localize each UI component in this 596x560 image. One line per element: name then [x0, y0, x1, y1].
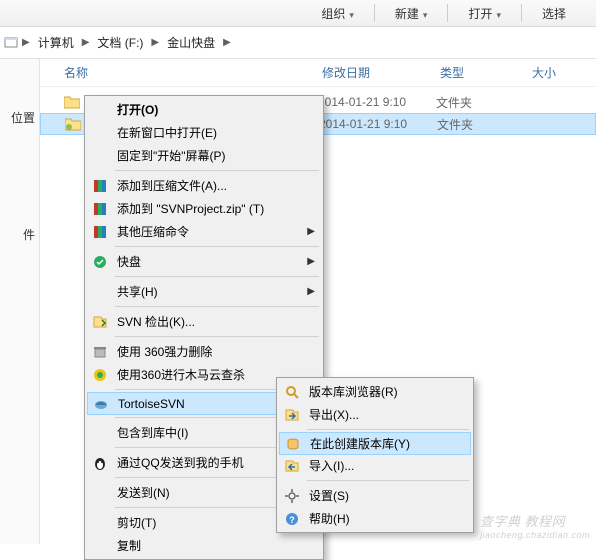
toolbar-new[interactable]: 新建▾ — [375, 5, 448, 22]
svn-checkout-icon — [91, 313, 109, 331]
menu-add-zip[interactable]: 添加到 "SVNProject.zip" (T) — [87, 197, 321, 220]
submenu-repo-browser[interactable]: 版本库浏览器(R) — [279, 380, 471, 403]
separator — [115, 246, 319, 247]
import-icon — [283, 457, 301, 475]
submenu-create-repo[interactable]: 在此创建版本库(Y) — [279, 432, 471, 455]
help-icon: ? — [283, 510, 301, 528]
chevron-right-icon[interactable]: ▶ — [80, 37, 92, 48]
menu-open-new-window[interactable]: 在新窗口中打开(E) — [87, 121, 321, 144]
sidebar-item-files[interactable]: 件 — [0, 206, 39, 263]
folder-icon — [65, 116, 81, 132]
chevron-right-icon[interactable]: ▶ — [149, 37, 161, 48]
submenu-tortoisesvn: 版本库浏览器(R) 导出(X)... 在此创建版本库(Y) 导入(I)... 设… — [276, 377, 474, 533]
separator — [115, 306, 319, 307]
col-size[interactable]: 大小 — [532, 64, 596, 81]
chevron-right-icon: ▶ — [307, 226, 315, 237]
gear-icon — [283, 487, 301, 505]
archive-icon — [91, 200, 109, 218]
menu-kingsoft-disk[interactable]: 快盘▶ — [87, 250, 321, 273]
menu-share[interactable]: 共享(H)▶ — [87, 280, 321, 303]
archive-icon — [91, 223, 109, 241]
archive-icon — [91, 177, 109, 195]
menu-other-compress[interactable]: 其他压缩命令▶ — [87, 220, 321, 243]
separator — [115, 336, 319, 337]
export-icon — [283, 406, 301, 424]
menu-copy[interactable]: 复制 — [87, 534, 321, 557]
crumb-computer[interactable]: 计算机 — [32, 31, 80, 55]
col-type[interactable]: 类型 — [440, 64, 532, 81]
delete-icon — [91, 343, 109, 361]
folder-icon — [64, 94, 80, 110]
chevron-right-icon[interactable]: ▶ — [20, 37, 32, 48]
submenu-import[interactable]: 导入(I)... — [279, 454, 471, 477]
sidebar: 位置 件 — [0, 59, 40, 544]
menu-svn-checkout[interactable]: SVN 检出(K)... — [87, 310, 321, 333]
crumb-folder[interactable]: 金山快盘 — [161, 31, 221, 55]
submenu-settings[interactable]: 设置(S) — [279, 484, 471, 507]
menu-add-compressed[interactable]: 添加到压缩文件(A)... — [87, 174, 321, 197]
toolbar-select[interactable]: 选择 — [522, 5, 586, 22]
separator — [115, 170, 319, 171]
file-date: 2014-01-21 9:10 — [319, 117, 437, 131]
nav-dropdown-icon[interactable] — [4, 31, 20, 55]
chevron-right-icon: ▶ — [307, 286, 315, 297]
chevron-right-icon[interactable]: ▶ — [221, 37, 233, 48]
separator — [307, 429, 469, 430]
chevron-right-icon: ▶ — [307, 256, 315, 267]
tortoisesvn-icon — [92, 395, 110, 413]
create-repo-icon — [284, 435, 302, 453]
submenu-export[interactable]: 导出(X)... — [279, 403, 471, 426]
shield-icon — [91, 366, 109, 384]
col-date[interactable]: 修改日期 — [322, 64, 440, 81]
svg-text:?: ? — [289, 515, 295, 525]
breadcrumb-bar: ▶ 计算机 ▶ 文档 (F:) ▶ 金山快盘 ▶ — [0, 27, 596, 59]
toolbar: 组织▾ 新建▾ 打开▾ 选择 — [0, 0, 596, 27]
menu-pin-start[interactable]: 固定到"开始"屏幕(P) — [87, 144, 321, 167]
repo-browser-icon — [283, 383, 301, 401]
submenu-help[interactable]: ? 帮助(H) — [279, 507, 471, 530]
separator — [307, 480, 469, 481]
separator — [115, 276, 319, 277]
file-type: 文件夹 — [437, 116, 529, 133]
col-name[interactable]: 名称 — [64, 64, 322, 81]
menu-open[interactable]: 打开(O) — [87, 98, 321, 121]
toolbar-organize[interactable]: 组织▾ — [301, 5, 374, 22]
sidebar-item-locations[interactable]: 位置 — [0, 89, 39, 146]
crumb-drive[interactable]: 文档 (F:) — [91, 31, 149, 55]
column-headers: 名称 修改日期 类型 大小 — [40, 59, 596, 87]
kingsoft-disk-icon — [91, 253, 109, 271]
toolbar-open[interactable]: 打开▾ — [448, 5, 521, 22]
menu-360-delete[interactable]: 使用 360强力删除 — [87, 340, 321, 363]
file-pane: 名称 修改日期 类型 大小 .klive 2014-01-21 9:10 文件夹… — [40, 59, 596, 544]
file-date: 2014-01-21 9:10 — [318, 95, 436, 109]
qq-icon — [91, 454, 109, 472]
file-type: 文件夹 — [436, 94, 528, 111]
